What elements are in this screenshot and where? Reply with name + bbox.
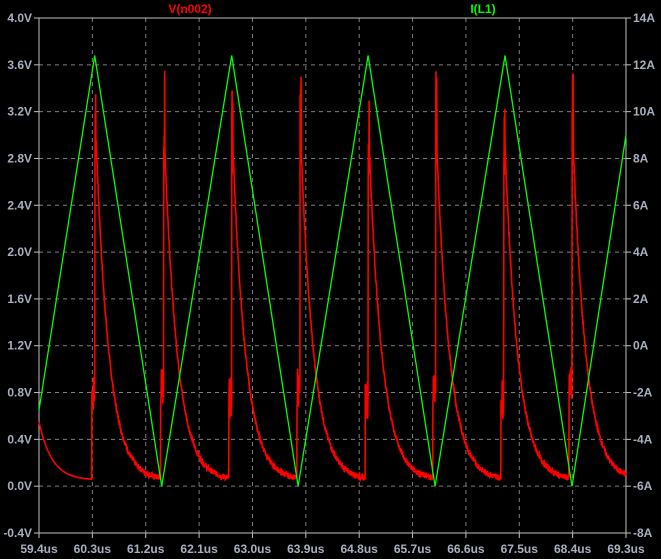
y-right-tick-label: 0A: [633, 339, 649, 353]
y-right-tick-label: -8A: [633, 526, 653, 540]
x-tick-label: 59.4us: [20, 542, 58, 556]
y-left-tick-label: -0.4V: [3, 526, 32, 540]
y-right-tick-label: 2A: [633, 292, 649, 306]
y-right-tick-label: 14A: [633, 11, 655, 25]
x-tick-label: 60.3us: [74, 542, 112, 556]
y-left-tick-label: 2.4V: [7, 198, 32, 212]
y-right-tick-label: 6A: [633, 198, 649, 212]
x-tick-label: 63.0us: [234, 542, 272, 556]
y-left-tick-label: 1.2V: [7, 339, 32, 353]
x-tick-label: 64.8us: [341, 542, 379, 556]
y-right-tick-label: 8A: [633, 151, 649, 165]
x-tick-label: 63.9us: [287, 542, 325, 556]
y-right-tick-label: -6A: [633, 479, 653, 493]
title-v-n002[interactable]: V(n002): [168, 2, 211, 16]
series-i-l1: [38, 55, 627, 487]
y-left-tick-label: 0.0V: [7, 479, 32, 493]
y-right-tick-label: 4A: [633, 245, 649, 259]
x-tick-label: 65.7us: [394, 542, 432, 556]
y-left-tick-label: 3.2V: [7, 105, 32, 119]
waveform-chart: 59.4us 60.3us 61.2us 62.1us 63.0us 63.9us 64.8…: [3, 2, 655, 556]
title-i-l1[interactable]: I(L1): [470, 2, 495, 16]
y-left-tick-label: 0.4V: [7, 432, 32, 446]
y-left-tick-label: 3.6V: [7, 58, 32, 72]
y-left-tick-label: 4.0V: [7, 11, 32, 25]
x-tick-label: 69.3us: [607, 542, 645, 556]
x-tick-label: 68.4us: [554, 542, 592, 556]
x-tick-label: 61.2us: [127, 542, 165, 556]
y-right-tick-label: -2A: [633, 386, 653, 400]
y-right-tick-label: 12A: [633, 58, 655, 72]
x-tick-label: 67.5us: [501, 542, 539, 556]
y-left-tick-label: 2.0V: [7, 245, 32, 259]
y-right-tick-label: 10A: [633, 105, 655, 119]
x-tick-label: 66.6us: [447, 542, 485, 556]
y-left-tick-label: 1.6V: [7, 292, 32, 306]
x-tick-label: 62.1us: [180, 542, 218, 556]
y-left-tick-label: 0.8V: [7, 386, 32, 400]
y-left-tick-label: 2.8V: [7, 151, 32, 165]
y-right-tick-label: -4A: [633, 432, 653, 446]
